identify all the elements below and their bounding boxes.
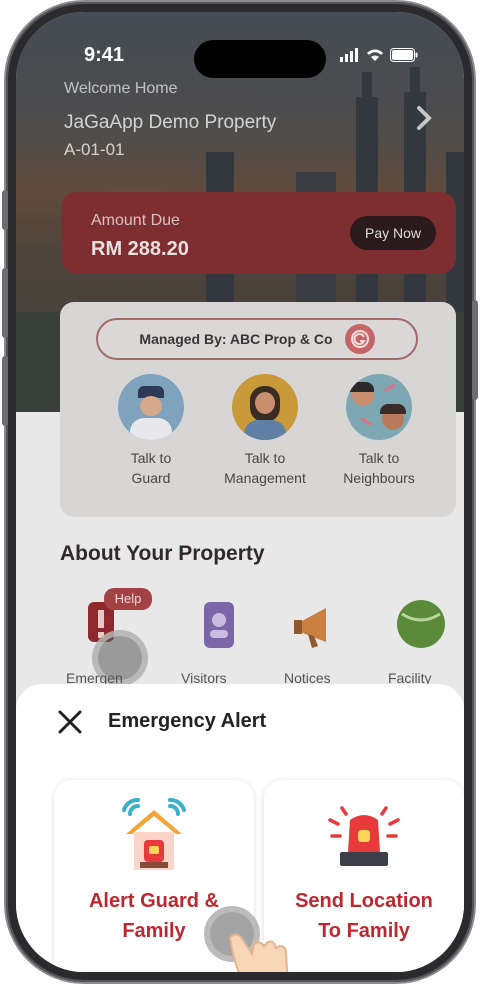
unit-number: A-01-01: [64, 140, 125, 159]
visitors-button[interactable]: [184, 592, 254, 662]
hand-pointer-icon: [228, 933, 289, 972]
welcome-text: Welcome Home: [64, 80, 178, 97]
talk-to-neighbours-button[interactable]: Talk to Neighbours: [324, 374, 434, 488]
house-alarm-icon: [122, 798, 186, 870]
status-time: 9:41: [84, 44, 125, 66]
guard-icon: [118, 374, 184, 440]
managed-by-pill[interactable]: Managed By: ABC Prop & Co: [96, 318, 418, 360]
side-button-power: [472, 300, 478, 400]
dynamic-island: [194, 40, 326, 78]
pay-now-button[interactable]: Pay Now: [350, 216, 436, 250]
side-button-mute: [2, 190, 8, 230]
help-badge: Help: [104, 588, 152, 610]
managed-by-text: Managed By: ABC Prop & Co: [139, 331, 333, 347]
company-logo-icon: [344, 324, 375, 354]
talk-management-label: Talk to Management: [224, 450, 306, 486]
facility-button[interactable]: [386, 592, 456, 662]
facility-icon: [397, 600, 445, 648]
phone-frame: 9:41 Welcome Home JaGaApp Demo Property …: [6, 2, 474, 982]
management-icon: [232, 374, 298, 440]
status-bar: 9:41: [16, 12, 464, 78]
chevron-right-icon[interactable]: [410, 104, 438, 132]
notices-button[interactable]: [286, 592, 356, 662]
amount-due-card: Amount Due RM 288.20 Pay Now: [61, 192, 456, 274]
emergency-alert-sheet: Emergency Alert Alert Guard & Family Sen…: [16, 684, 464, 972]
megaphone-icon: [294, 608, 326, 648]
amount-due-value: RM 288.20: [91, 238, 189, 260]
talk-to-guard-button[interactable]: Talk to Guard: [96, 374, 206, 488]
close-icon[interactable]: [56, 708, 84, 736]
status-icons: [340, 48, 418, 62]
property-name[interactable]: JaGaApp Demo Property: [64, 112, 276, 134]
side-button-volume-up: [2, 268, 8, 338]
talk-neighbours-label: Talk to Neighbours: [343, 450, 415, 486]
sheet-title: Emergency Alert: [108, 710, 267, 732]
amount-due-label: Amount Due: [91, 212, 180, 229]
wifi-icon: [367, 49, 383, 61]
visitors-icon: [204, 602, 234, 648]
management-card: Managed By: ABC Prop & Co Talk to Guard: [60, 302, 456, 517]
neighbours-icon: [346, 374, 412, 440]
signal-icon: [340, 48, 358, 62]
about-property-heading: About Your Property: [60, 542, 265, 565]
siren-icon: [328, 806, 400, 866]
talk-to-management-button[interactable]: Talk to Management: [210, 374, 320, 488]
app-screen: 9:41 Welcome Home JaGaApp Demo Property …: [16, 12, 464, 972]
side-button-volume-down: [2, 356, 8, 426]
talk-guard-label: Talk to Guard: [130, 450, 172, 486]
battery-icon: [390, 48, 418, 62]
